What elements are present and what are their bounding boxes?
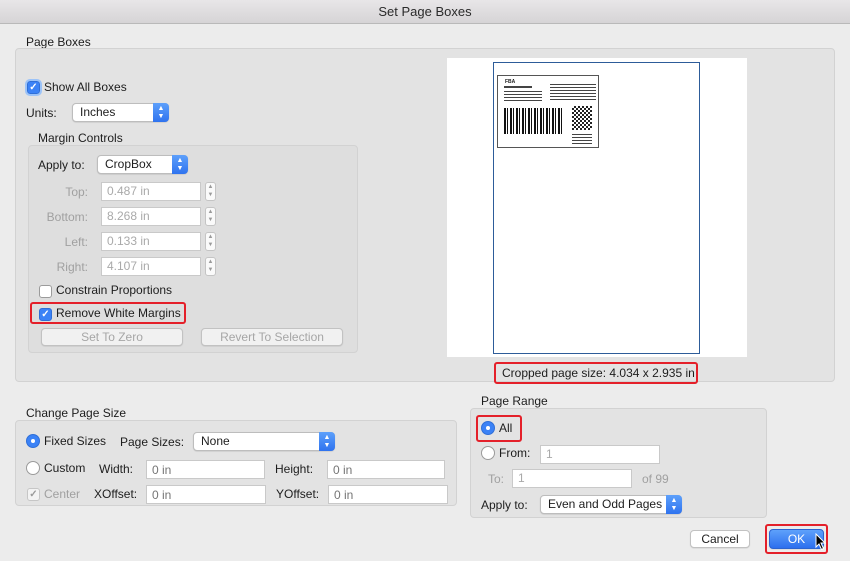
margin-apply-to-value: CropBox [105, 157, 152, 171]
remove-white-margins-checkbox[interactable]: ✓ [39, 308, 52, 321]
page-boxes-label: Page Boxes [26, 35, 91, 49]
top-label: Top: [65, 185, 88, 199]
center-label: Center [44, 487, 81, 501]
cropped-size-text: Cropped page size: 4.034 x 2.935 in [502, 366, 695, 380]
label-text-line [504, 86, 532, 88]
yoffset-label: YOffset: [276, 487, 320, 501]
cancel-button[interactable]: Cancel [690, 530, 750, 548]
units-label: Units: [26, 106, 57, 120]
height-label: Height: [275, 462, 314, 476]
width-field[interactable] [146, 460, 265, 479]
label-fba-text: FBA [505, 79, 516, 85]
right-label: Right: [56, 260, 88, 274]
top-stepper[interactable]: ▲ ▼ [205, 182, 216, 201]
range-apply-to-value: Even and Odd Pages [548, 497, 663, 511]
label-address-block [504, 91, 542, 103]
label-address-block [550, 84, 596, 102]
xoffset-label: XOffset: [94, 487, 138, 501]
to-field[interactable]: 1 [512, 469, 632, 488]
constrain-proportions-label: Constrain Proportions [56, 283, 173, 297]
xoffset-field[interactable] [146, 485, 266, 504]
chevron-updown-icon: ▲ ▼ [172, 155, 188, 174]
margin-controls-label: Margin Controls [38, 131, 123, 145]
from-label: From: [499, 446, 531, 460]
page-sizes-select[interactable]: None ▲ ▼ [193, 432, 335, 451]
fixed-sizes-label: Fixed Sizes [44, 434, 107, 448]
constrain-proportions-checkbox[interactable] [39, 285, 52, 298]
page-sizes-value: None [201, 434, 230, 448]
bottom-stepper[interactable]: ▲ ▼ [205, 207, 216, 226]
page-sizes-label: Page Sizes: [120, 435, 185, 449]
chevron-updown-icon: ▲ ▼ [319, 432, 335, 451]
all-label: All [499, 421, 513, 435]
bottom-field[interactable]: 8.268 in [101, 207, 201, 226]
range-apply-to-select[interactable]: Even and Odd Pages ▲ ▼ [540, 495, 682, 514]
right-field[interactable]: 4.107 in [101, 257, 201, 276]
center-checkbox[interactable]: ✓ [27, 488, 40, 501]
page-count-text: of 99 [642, 472, 669, 486]
width-label: Width: [99, 462, 134, 476]
window-title: Set Page Boxes [0, 0, 850, 24]
margin-apply-to-label: Apply to: [38, 158, 85, 172]
label-qr-code [572, 106, 592, 130]
chevron-updown-icon: ▲ ▼ [153, 103, 169, 122]
left-label: Left: [64, 235, 88, 249]
show-all-boxes-checkbox[interactable]: ✓ [25, 79, 42, 96]
bottom-label: Bottom: [46, 210, 88, 224]
to-label: To: [488, 472, 505, 486]
left-field[interactable]: 0.133 in [101, 232, 201, 251]
shipping-label-thumbnail: FBA [497, 75, 599, 148]
mouse-cursor-icon [815, 533, 827, 551]
right-stepper[interactable]: ▲ ▼ [205, 257, 216, 276]
show-all-boxes-label: Show All Boxes [44, 80, 127, 94]
page-range-label: Page Range [481, 394, 548, 408]
top-field[interactable]: 0.487 in [101, 182, 201, 201]
from-field[interactable]: 1 [540, 445, 660, 464]
units-value: Inches [80, 105, 116, 119]
label-barcode [504, 108, 562, 134]
yoffset-field[interactable] [328, 485, 448, 504]
all-radio[interactable] [481, 421, 495, 435]
custom-radio[interactable] [26, 461, 40, 475]
left-stepper[interactable]: ▲ ▼ [205, 232, 216, 251]
revert-to-selection-button[interactable]: Revert To Selection [201, 328, 343, 346]
change-page-size-label: Change Page Size [26, 406, 127, 420]
set-to-zero-button[interactable]: Set To Zero [41, 328, 183, 346]
page-outline: FBA [493, 62, 700, 354]
from-radio[interactable] [481, 446, 495, 460]
units-select[interactable]: Inches ▲ ▼ [72, 103, 169, 122]
remove-white-margins-label: Remove White Margins [56, 306, 181, 320]
range-apply-to-label: Apply to: [481, 498, 528, 512]
fixed-sizes-radio[interactable] [26, 434, 40, 448]
chevron-updown-icon: ▲ ▼ [666, 495, 682, 514]
margin-apply-to-select[interactable]: CropBox ▲ ▼ [97, 155, 188, 174]
height-field[interactable] [327, 460, 445, 479]
label-text-lines [572, 134, 592, 146]
custom-label: Custom [44, 461, 86, 475]
